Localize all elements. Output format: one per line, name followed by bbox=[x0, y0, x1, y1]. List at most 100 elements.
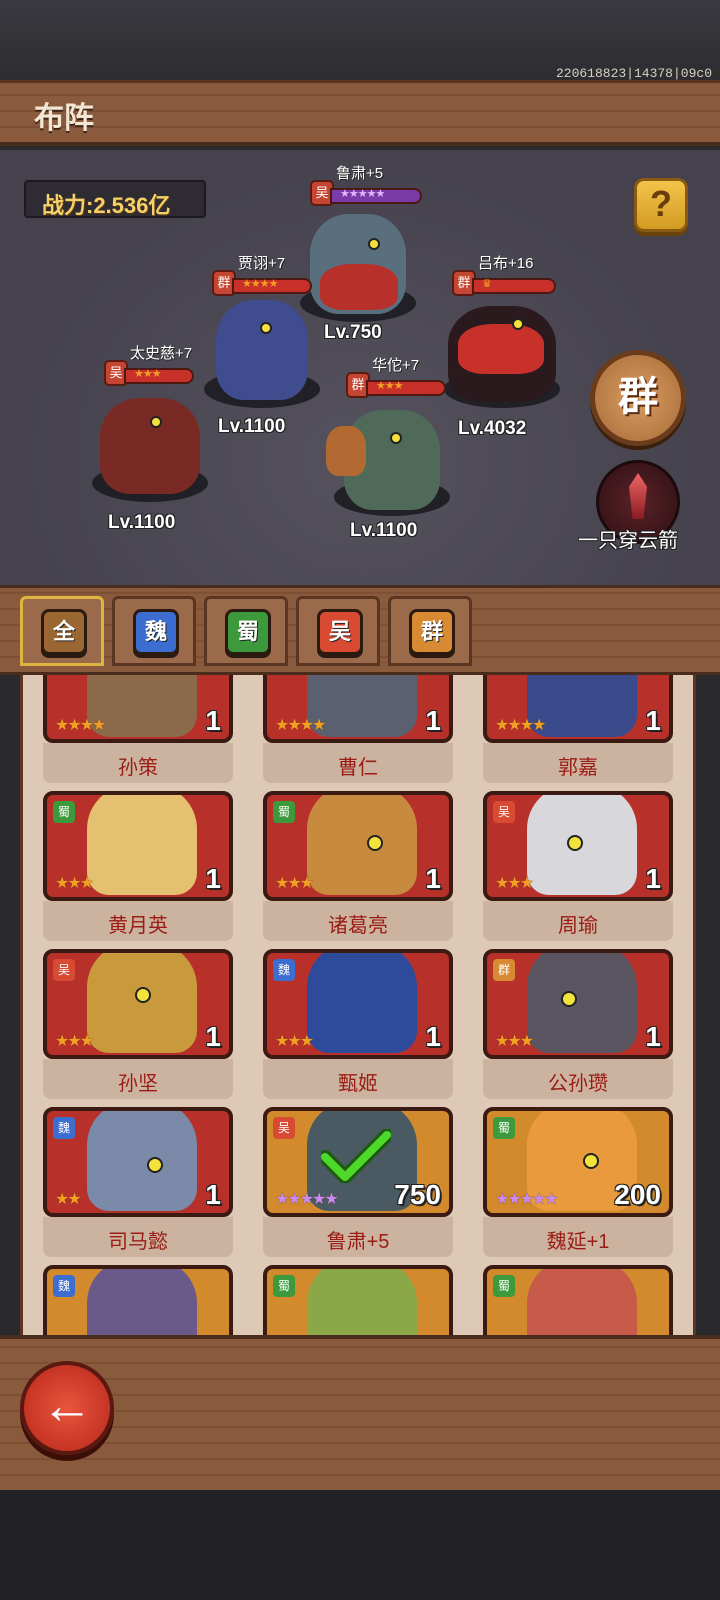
card-name: 魏延+1 bbox=[546, 1231, 610, 1253]
hero-eye bbox=[583, 1153, 599, 1169]
hero-eye bbox=[368, 238, 380, 250]
card-count: 1 bbox=[645, 863, 661, 894]
hero-card[interactable]: 吴 ★★★ 1 孙坚 bbox=[43, 949, 233, 1099]
card-faction-badge: 蜀 bbox=[273, 801, 295, 823]
hero-card[interactable]: 蜀 ★★★★★ 200 魏延+1 bbox=[483, 1107, 673, 1257]
back-button[interactable]: ← bbox=[20, 1361, 114, 1455]
tab-chip: 魏 bbox=[133, 609, 179, 655]
skill-label: 一只穿云箭 bbox=[578, 530, 678, 552]
page-title: 布阵 bbox=[34, 102, 94, 135]
card-stars: ★★★★★ bbox=[275, 1191, 339, 1208]
hero-eye bbox=[512, 318, 524, 330]
hero-card[interactable]: 蜀 ★★★ 1 诸葛亮 bbox=[263, 791, 453, 941]
card-frame: ★★★★ 1 bbox=[43, 675, 233, 743]
card-count: 1 bbox=[205, 705, 221, 736]
card-faction-badge: 吴 bbox=[273, 1117, 295, 1139]
hero-eye bbox=[561, 991, 577, 1007]
hero-name: 华佗+7 bbox=[372, 357, 420, 374]
hero-card[interactable]: ★★★★ 1 孙策 bbox=[43, 675, 233, 783]
card-frame: ★★★★ 1 bbox=[263, 675, 453, 743]
title-bar: 布阵 bbox=[0, 80, 720, 146]
hero-portrait bbox=[87, 1269, 197, 1335]
hero-portrait bbox=[307, 1269, 417, 1335]
hero-eye bbox=[567, 835, 583, 851]
card-stars: ★★★ bbox=[495, 1033, 534, 1050]
hero-card[interactable]: 魏 ★★ 1 司马懿 bbox=[43, 1107, 233, 1257]
bottom-bar: ← bbox=[0, 1335, 720, 1490]
card-faction-badge: 蜀 bbox=[273, 1275, 295, 1297]
formation-faction-button[interactable]: 群 bbox=[590, 350, 686, 446]
selected-check-icon bbox=[321, 1129, 391, 1183]
hero-sprite bbox=[100, 398, 200, 494]
hero-name: 吕布+16 bbox=[478, 255, 534, 272]
hero-card-selected[interactable]: 吴 ★★★★★ 750 鲁肃+5 bbox=[263, 1107, 453, 1257]
hero-level: Lv.1100 bbox=[218, 416, 286, 437]
card-name: 司马懿 bbox=[108, 1231, 168, 1253]
hero-portrait bbox=[87, 795, 197, 895]
tab-all[interactable]: 全 bbox=[20, 596, 104, 666]
card-faction-badge: 魏 bbox=[53, 1117, 75, 1139]
card-faction-badge: 蜀 bbox=[493, 1117, 515, 1139]
card-count: 1 bbox=[205, 863, 221, 894]
hero-sprite bbox=[216, 300, 308, 400]
card-count: 1 bbox=[205, 1179, 221, 1210]
tab-wei[interactable]: 魏 bbox=[112, 596, 196, 666]
hero-name: 鲁肃+5 bbox=[336, 165, 384, 182]
card-stars: ★★★★ bbox=[275, 717, 326, 734]
card-frame: 蜀 ★★★★★ 200 bbox=[483, 1107, 673, 1217]
card-name: 周瑜 bbox=[558, 915, 598, 937]
help-button[interactable]: ? bbox=[634, 178, 688, 232]
hero-name: 贾诩+7 bbox=[238, 255, 286, 272]
card-faction-badge: 吴 bbox=[493, 801, 515, 823]
tab-chip: 群 bbox=[409, 609, 455, 655]
hero-roster-grid[interactable]: ★★★★ 1 孙策 ★★★★ 1 曹仁 ★★★★ 1 郭嘉 蜀 ★★★ 1 黄月… bbox=[20, 675, 696, 1335]
card-stars: ★★★★ bbox=[55, 717, 106, 734]
build-id-text: 220618823|14378|09c0 bbox=[555, 66, 712, 81]
battle-formation-area: 战力:2.536亿 ? Lv.750 吴 ★★★★★ 鲁肃+5 Lv.1100 … bbox=[0, 150, 720, 595]
card-count: 1 bbox=[425, 1021, 441, 1052]
tab-wu[interactable]: 吴 bbox=[296, 596, 380, 666]
hero-card[interactable]: 魏 bbox=[43, 1265, 233, 1335]
card-frame: ★★★★ 1 bbox=[483, 675, 673, 743]
card-count: 1 bbox=[425, 705, 441, 736]
card-name: 甄姬 bbox=[338, 1073, 378, 1095]
hero-portrait bbox=[527, 1269, 637, 1335]
card-frame: 吴 ★★★★★ 750 bbox=[263, 1107, 453, 1217]
card-stars: ★★★ bbox=[275, 1033, 314, 1050]
hero-stars: ★★★ bbox=[376, 380, 404, 392]
card-faction-badge: 蜀 bbox=[493, 1275, 515, 1297]
formation-hero-taishici[interactable]: Lv.1100 吴 ★★★ 太史慈+7 bbox=[88, 345, 228, 540]
hero-eye bbox=[135, 987, 151, 1003]
hero-portrait bbox=[307, 953, 417, 1053]
card-count: 1 bbox=[205, 1021, 221, 1052]
hero-card[interactable]: 吴 ★★★ 1 周瑜 bbox=[483, 791, 673, 941]
card-frame: 蜀 bbox=[263, 1265, 453, 1335]
hero-card[interactable]: 魏 ★★★ 1 甄姬 bbox=[263, 949, 453, 1099]
hero-gourd bbox=[326, 426, 366, 476]
card-name: 诸葛亮 bbox=[328, 915, 388, 937]
card-count: 1 bbox=[645, 705, 661, 736]
tab-qun[interactable]: 群 bbox=[388, 596, 472, 666]
card-name: 公孙瓒 bbox=[548, 1073, 608, 1095]
card-frame: 吴 ★★★ 1 bbox=[483, 791, 673, 901]
card-stars: ★★★ bbox=[55, 1033, 94, 1050]
card-count: 1 bbox=[645, 1021, 661, 1052]
hero-card[interactable]: ★★★★ 1 郭嘉 bbox=[483, 675, 673, 783]
card-stars: ★★★ bbox=[275, 875, 314, 892]
card-name: 黄月英 bbox=[108, 915, 168, 937]
hero-level: Lv.4032 bbox=[458, 418, 527, 439]
card-stars: ★★★★★ bbox=[495, 1191, 559, 1208]
formation-hero-huatuo[interactable]: Lv.1100 群 ★★★ 华佗+7 bbox=[326, 357, 466, 546]
combat-power-text: 战力:2.536亿 bbox=[42, 193, 171, 218]
card-frame: 群 ★★★ 1 bbox=[483, 949, 673, 1059]
card-frame: 蜀 bbox=[483, 1265, 673, 1335]
hero-name: 太史慈+7 bbox=[130, 345, 193, 362]
hero-card[interactable]: 蜀 bbox=[483, 1265, 673, 1335]
hero-eye bbox=[367, 835, 383, 851]
hero-card[interactable]: ★★★★ 1 曹仁 bbox=[263, 675, 453, 783]
hero-stars: ★★★★ bbox=[242, 278, 278, 290]
hero-card[interactable]: 蜀 ★★★ 1 黄月英 bbox=[43, 791, 233, 941]
hero-card[interactable]: 群 ★★★ 1 公孙瓒 bbox=[483, 949, 673, 1099]
hero-card[interactable]: 蜀 bbox=[263, 1265, 453, 1335]
tab-shu[interactable]: 蜀 bbox=[204, 596, 288, 666]
